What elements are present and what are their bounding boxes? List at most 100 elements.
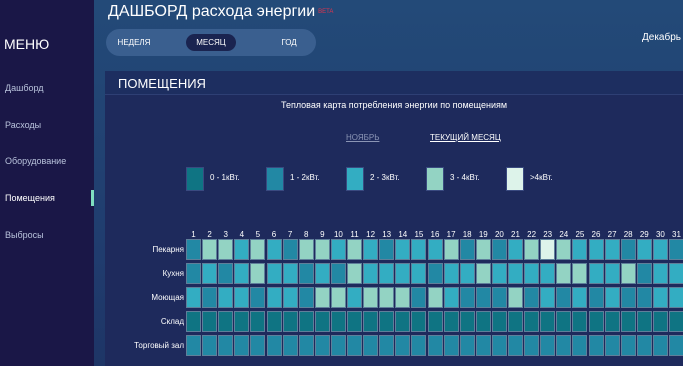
heatmap-cell[interactable]	[652, 287, 668, 308]
heatmap-cell[interactable]	[250, 287, 266, 308]
heatmap-cell[interactable]	[363, 263, 379, 284]
heatmap-cell[interactable]	[379, 287, 395, 308]
heatmap-cell[interactable]	[298, 239, 314, 260]
heatmap-cell[interactable]	[524, 263, 540, 284]
heatmap-cell[interactable]	[363, 311, 379, 332]
heatmap-cell[interactable]	[524, 239, 540, 260]
heatmap-cell[interactable]	[459, 335, 475, 356]
heatmap-cell[interactable]	[282, 239, 298, 260]
heatmap-cell[interactable]	[218, 287, 234, 308]
heatmap-cell[interactable]	[524, 287, 540, 308]
heatmap-cell[interactable]	[411, 263, 427, 284]
heatmap-cell[interactable]	[266, 311, 282, 332]
heatmap-cell[interactable]	[363, 287, 379, 308]
heatmap-cell[interactable]	[669, 335, 683, 356]
heatmap-cell[interactable]	[234, 335, 250, 356]
heatmap-cell[interactable]	[636, 287, 652, 308]
heatmap-cell[interactable]	[218, 239, 234, 260]
heatmap-cell[interactable]	[669, 263, 683, 284]
heatmap-cell[interactable]	[266, 335, 282, 356]
heatmap-cell[interactable]	[459, 239, 475, 260]
heatmap-cell[interactable]	[508, 335, 523, 356]
period-month-button[interactable]: МЕСЯЦ	[186, 34, 236, 51]
heatmap-cell[interactable]	[186, 239, 201, 260]
heatmap-cell[interactable]	[572, 263, 588, 284]
heatmap-cell[interactable]	[379, 239, 395, 260]
heatmap-cell[interactable]	[588, 311, 604, 332]
heatmap-cell[interactable]	[652, 239, 668, 260]
heatmap-cell[interactable]	[508, 263, 523, 284]
heatmap-cell[interactable]	[266, 263, 282, 284]
heatmap-cell[interactable]	[620, 263, 636, 284]
heatmap-cell[interactable]	[411, 335, 427, 356]
heatmap-cell[interactable]	[508, 287, 523, 308]
heatmap-cell[interactable]	[443, 335, 459, 356]
heatmap-cell[interactable]	[475, 239, 491, 260]
heatmap-cell[interactable]	[234, 263, 250, 284]
heatmap-cell[interactable]	[475, 311, 491, 332]
heatmap-cell[interactable]	[395, 335, 411, 356]
heatmap-cell[interactable]	[491, 335, 507, 356]
heatmap-cell[interactable]	[652, 263, 668, 284]
heatmap-cell[interactable]	[202, 287, 218, 308]
heatmap-cell[interactable]	[314, 335, 330, 356]
heatmap-cell[interactable]	[379, 335, 395, 356]
heatmap-cell[interactable]	[379, 311, 395, 332]
heatmap-cell[interactable]	[411, 311, 427, 332]
heatmap-cell[interactable]	[556, 263, 572, 284]
heatmap-cell[interactable]	[314, 239, 330, 260]
heatmap-cell[interactable]	[540, 311, 556, 332]
heatmap-cell[interactable]	[588, 263, 604, 284]
heatmap-cell[interactable]	[459, 287, 475, 308]
heatmap-cell[interactable]	[669, 311, 683, 332]
heatmap-cell[interactable]	[347, 263, 362, 284]
heatmap-cell[interactable]	[330, 239, 346, 260]
heatmap-cell[interactable]	[330, 263, 346, 284]
heatmap-cell[interactable]	[604, 311, 620, 332]
heatmap-cell[interactable]	[202, 239, 218, 260]
heatmap-cell[interactable]	[395, 287, 411, 308]
heatmap-cell[interactable]	[556, 287, 572, 308]
heatmap-cell[interactable]	[347, 239, 362, 260]
heatmap-cell[interactable]	[363, 239, 379, 260]
heatmap-cell[interactable]	[508, 311, 523, 332]
heatmap-cell[interactable]	[443, 263, 459, 284]
heatmap-cell[interactable]	[636, 263, 652, 284]
heatmap-cell[interactable]	[330, 287, 346, 308]
heatmap-cell[interactable]	[314, 263, 330, 284]
heatmap-cell[interactable]	[314, 311, 330, 332]
heatmap-cell[interactable]	[314, 287, 330, 308]
period-week-button[interactable]: НЕДЕЛЯ	[112, 34, 156, 51]
heatmap-cell[interactable]	[572, 239, 588, 260]
heatmap-cell[interactable]	[427, 263, 443, 284]
heatmap-cell[interactable]	[347, 311, 362, 332]
heatmap-cell[interactable]	[202, 311, 218, 332]
heatmap-cell[interactable]	[250, 335, 266, 356]
heatmap-cell[interactable]	[588, 335, 604, 356]
heatmap-cell[interactable]	[186, 311, 201, 332]
heatmap-cell[interactable]	[266, 287, 282, 308]
heatmap-cell[interactable]	[443, 287, 459, 308]
heatmap-cell[interactable]	[411, 239, 427, 260]
heatmap-cell[interactable]	[250, 311, 266, 332]
heatmap-cell[interactable]	[395, 239, 411, 260]
heatmap-cell[interactable]	[556, 239, 572, 260]
heatmap-cell[interactable]	[475, 263, 491, 284]
heatmap-cell[interactable]	[186, 287, 201, 308]
heatmap-cell[interactable]	[540, 263, 556, 284]
heatmap-cell[interactable]	[620, 335, 636, 356]
heatmap-cell[interactable]	[475, 335, 491, 356]
heatmap-cell[interactable]	[347, 287, 362, 308]
heatmap-cell[interactable]	[234, 287, 250, 308]
heatmap-cell[interactable]	[250, 239, 266, 260]
heatmap-cell[interactable]	[556, 311, 572, 332]
heatmap-cell[interactable]	[636, 335, 652, 356]
heatmap-cell[interactable]	[540, 287, 556, 308]
heatmap-cell[interactable]	[282, 263, 298, 284]
heatmap-cell[interactable]	[540, 335, 556, 356]
heatmap-cell[interactable]	[186, 335, 201, 356]
heatmap-cell[interactable]	[443, 239, 459, 260]
heatmap-cell[interactable]	[491, 263, 507, 284]
heatmap-cell[interactable]	[427, 311, 443, 332]
heatmap-cell[interactable]	[652, 335, 668, 356]
